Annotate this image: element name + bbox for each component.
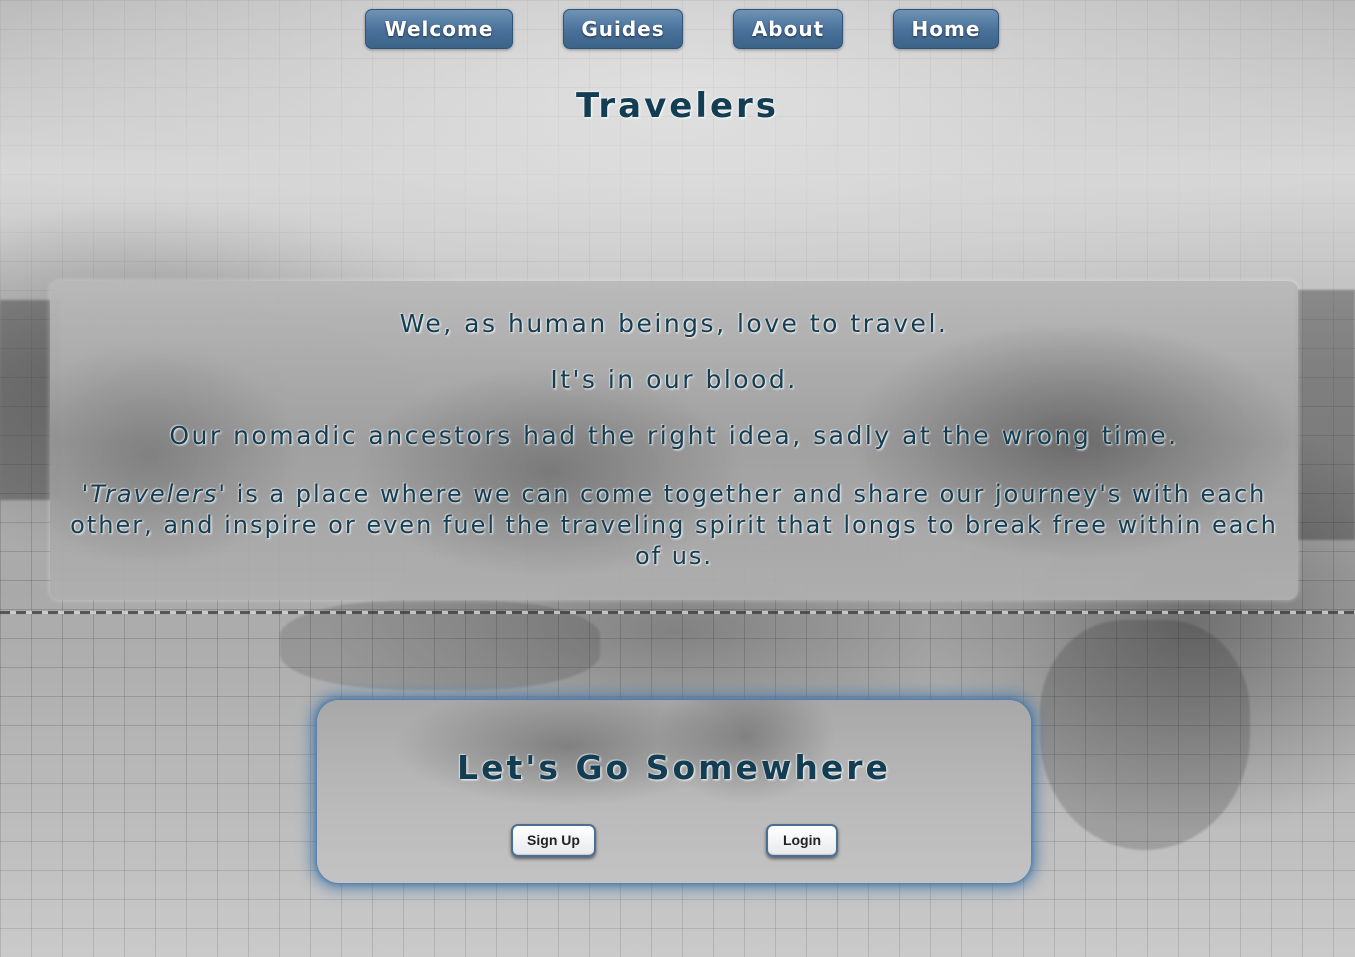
- intro-paragraph-text: is a place where we can come together an…: [70, 480, 1278, 570]
- top-navigation: Welcome Guides About Home: [0, 9, 1355, 49]
- page-title: Travelers: [575, 86, 780, 126]
- site-name-emphasis: 'Travelers': [81, 480, 227, 508]
- map-dashed-line: [0, 611, 1355, 614]
- map-landmass: [1040, 620, 1250, 850]
- intro-paragraph: 'Travelers' is a place where we can come…: [70, 479, 1278, 572]
- login-button[interactable]: Login: [766, 824, 838, 857]
- sign-up-button[interactable]: Sign Up: [511, 824, 596, 857]
- cta-panel: Let's Go Somewhere Sign Up Login: [317, 700, 1031, 883]
- intro-line-ancestors: Our nomadic ancestors had the right idea…: [169, 421, 1179, 450]
- nav-guides-button[interactable]: Guides: [563, 9, 683, 49]
- intro-line-blood: It's in our blood.: [550, 365, 798, 394]
- cta-title: Let's Go Somewhere: [457, 748, 891, 787]
- nav-about-button[interactable]: About: [733, 9, 843, 49]
- nav-home-button[interactable]: Home: [893, 9, 999, 49]
- map-landmass: [1295, 290, 1355, 540]
- nav-welcome-button[interactable]: Welcome: [365, 9, 513, 49]
- intro-line-travel: We, as human beings, love to travel.: [399, 309, 949, 338]
- intro-panel: We, as human beings, love to travel. It'…: [50, 281, 1298, 600]
